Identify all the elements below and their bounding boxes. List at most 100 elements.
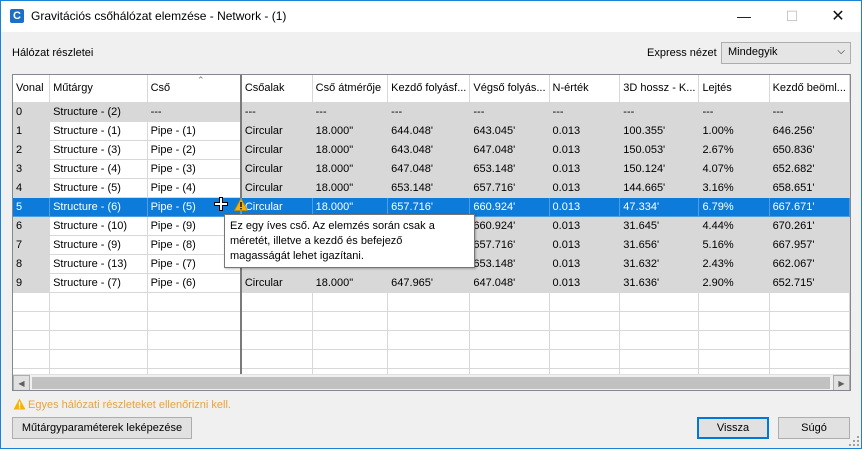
grid-cell[interactable]: 662.067' xyxy=(769,254,850,274)
grid-cell[interactable]: 4 xyxy=(13,178,51,198)
grid-cell[interactable]: --- xyxy=(619,102,700,122)
grid-cell[interactable]: 18.000" xyxy=(312,178,389,198)
grid-cell[interactable]: 646.256' xyxy=(769,121,850,141)
grid-cell[interactable]: Pipe - (4) xyxy=(147,178,242,198)
grid-cell[interactable]: 3 xyxy=(13,159,51,179)
col-header-csoalak[interactable]: Csőalak xyxy=(240,75,313,103)
grid-cell[interactable]: --- xyxy=(549,102,621,122)
scrollbar-thumb[interactable] xyxy=(32,377,830,389)
grid-cell[interactable]: 653.148' xyxy=(469,254,550,274)
col-header-cso[interactable]: Cső xyxy=(147,75,242,103)
grid-cell[interactable]: 667.957' xyxy=(769,235,850,255)
grid-cell[interactable]: 657.716' xyxy=(469,178,550,198)
grid-cell[interactable]: Structure - (6) xyxy=(49,197,148,217)
grid-cell[interactable]: Structure - (7) xyxy=(49,273,148,293)
grid-cell[interactable]: 31.632' xyxy=(619,254,700,274)
map-structure-params-button[interactable]: Műtárgyparaméterek leképezése xyxy=(12,417,192,439)
grid-cell[interactable]: 644.048' xyxy=(387,121,471,141)
help-button[interactable]: Súgó xyxy=(778,417,850,439)
grid-cell[interactable]: Pipe - (6) xyxy=(147,273,242,293)
grid-cell[interactable]: 6.79% xyxy=(698,197,770,217)
grid-cell[interactable]: 0.013 xyxy=(549,235,621,255)
minimize-button[interactable]: — xyxy=(721,1,767,32)
grid-cell[interactable]: --- xyxy=(312,102,389,122)
grid-cell[interactable]: Circular xyxy=(240,140,313,160)
grid-cell[interactable]: 2.67% xyxy=(698,140,770,160)
col-header-kezdo-folyas[interactable]: Kezdő folyásf... xyxy=(387,75,471,103)
grid-cell[interactable]: Structure - (10) xyxy=(49,216,148,236)
back-button[interactable]: Vissza xyxy=(697,417,769,439)
grid-cell[interactable]: 1.00% xyxy=(698,121,770,141)
grid-cell[interactable]: --- xyxy=(387,102,471,122)
table-row[interactable]: 9 Structure - (7) Pipe - (6) Circular 18.000… xyxy=(13,273,850,293)
grid-cell[interactable]: 31.656' xyxy=(619,235,700,255)
grid-cell[interactable]: 0 xyxy=(13,102,51,122)
grid-cell[interactable]: 2 xyxy=(13,140,51,160)
warning-icon[interactable] xyxy=(234,198,248,211)
grid-cell[interactable]: Circular xyxy=(240,159,313,179)
grid-cell[interactable]: 647.048' xyxy=(469,140,550,160)
grid-cell[interactable]: --- xyxy=(147,102,242,122)
grid-cell[interactable]: Structure - (4) xyxy=(49,159,148,179)
grid-cell[interactable]: Pipe - (3) xyxy=(147,159,242,179)
grid-cell[interactable]: Structure - (2) xyxy=(49,102,148,122)
grid-cell[interactable]: Pipe - (2) xyxy=(147,140,242,160)
grid-cell[interactable]: 150.124' xyxy=(619,159,700,179)
grid-cell[interactable]: Pipe - (1) xyxy=(147,121,242,141)
grid-cell[interactable]: --- xyxy=(698,102,770,122)
grid-cell[interactable]: 8 xyxy=(13,254,51,274)
grid-cell[interactable]: Circular xyxy=(240,273,313,293)
grid-cell[interactable]: 660.924' xyxy=(469,197,550,217)
col-header-cso-atmeroje[interactable]: Cső átmérője xyxy=(312,75,389,103)
col-header-vonal[interactable]: Vonal xyxy=(13,75,51,103)
grid-cell[interactable]: 0.013 xyxy=(549,159,621,179)
scroll-left-icon[interactable]: ◀ xyxy=(13,375,30,390)
grid-cell[interactable]: 5 xyxy=(13,197,51,217)
table-row[interactable]: 2 Structure - (3) Pipe - (2) Circular 18.000… xyxy=(13,140,850,160)
grid-cell[interactable]: 647.048' xyxy=(387,159,471,179)
grid-cell[interactable]: Structure - (1) xyxy=(49,121,148,141)
grid-cell[interactable]: 5.16% xyxy=(698,235,770,255)
maximize-button[interactable]: ☐ xyxy=(769,1,815,32)
grid-cell[interactable]: 3.16% xyxy=(698,178,770,198)
grid-cell[interactable]: 2.43% xyxy=(698,254,770,274)
grid-cell[interactable]: 47.334' xyxy=(619,197,700,217)
grid-cell[interactable]: 0.013 xyxy=(549,273,621,293)
col-header-3d-hossz[interactable]: 3D hossz - K... xyxy=(619,75,700,103)
grid-cell[interactable]: 653.148' xyxy=(387,178,471,198)
grid-cell[interactable]: 1 xyxy=(13,121,51,141)
grid-cell[interactable]: 0.013 xyxy=(549,254,621,274)
table-row[interactable]: 1 Structure - (1) Pipe - (1) Circular 18.000… xyxy=(13,121,850,141)
grid-cell[interactable]: 670.261' xyxy=(769,216,850,236)
grid-cell[interactable]: 650.836' xyxy=(769,140,850,160)
table-row[interactable]: 3 Structure - (4) Pipe - (3) Circular 18.000… xyxy=(13,159,850,179)
grid-cell[interactable]: 31.636' xyxy=(619,273,700,293)
grid-cell[interactable]: Structure - (3) xyxy=(49,140,148,160)
grid-cell[interactable]: 657.716' xyxy=(469,235,550,255)
grid-cell[interactable]: 0.013 xyxy=(549,178,621,198)
table-row[interactable]: 0 Structure - (2) --- --- --- --- --- --- --- ---… xyxy=(13,102,850,122)
grid-cell[interactable]: 0.013 xyxy=(549,216,621,236)
close-button[interactable]: ✕ xyxy=(815,1,861,32)
grid-cell[interactable]: 150.053' xyxy=(619,140,700,160)
grid-cell[interactable]: 643.045' xyxy=(469,121,550,141)
grid-cell[interactable]: 18.000" xyxy=(312,159,389,179)
grid-cell[interactable]: 31.645' xyxy=(619,216,700,236)
grid-cell[interactable]: 0.013 xyxy=(549,197,621,217)
grid-cell[interactable]: 667.671' xyxy=(769,197,850,217)
grid-cell[interactable]: --- xyxy=(769,102,850,122)
grid-cell[interactable]: 100.355' xyxy=(619,121,700,141)
grid-cell[interactable]: 658.651' xyxy=(769,178,850,198)
col-header-mutargy[interactable]: Műtárgy xyxy=(49,75,148,103)
grid-cell[interactable]: 4.44% xyxy=(698,216,770,236)
table-row[interactable]: 4 Structure - (5) Pipe - (4) Circular 18.000… xyxy=(13,178,850,198)
grid-cell[interactable]: 652.715' xyxy=(769,273,850,293)
grid-cell[interactable]: Structure - (13) xyxy=(49,254,148,274)
grid-cell[interactable]: 660.924' xyxy=(469,216,550,236)
grid-cell[interactable]: 643.048' xyxy=(387,140,471,160)
grid-cell[interactable]: Circular xyxy=(240,178,313,198)
col-header-lejtes[interactable]: Lejtés xyxy=(698,75,770,103)
resize-grip-icon[interactable] xyxy=(849,436,859,446)
grid-cell[interactable]: Structure - (9) xyxy=(49,235,148,255)
grid-cell[interactable]: 6 xyxy=(13,216,51,236)
